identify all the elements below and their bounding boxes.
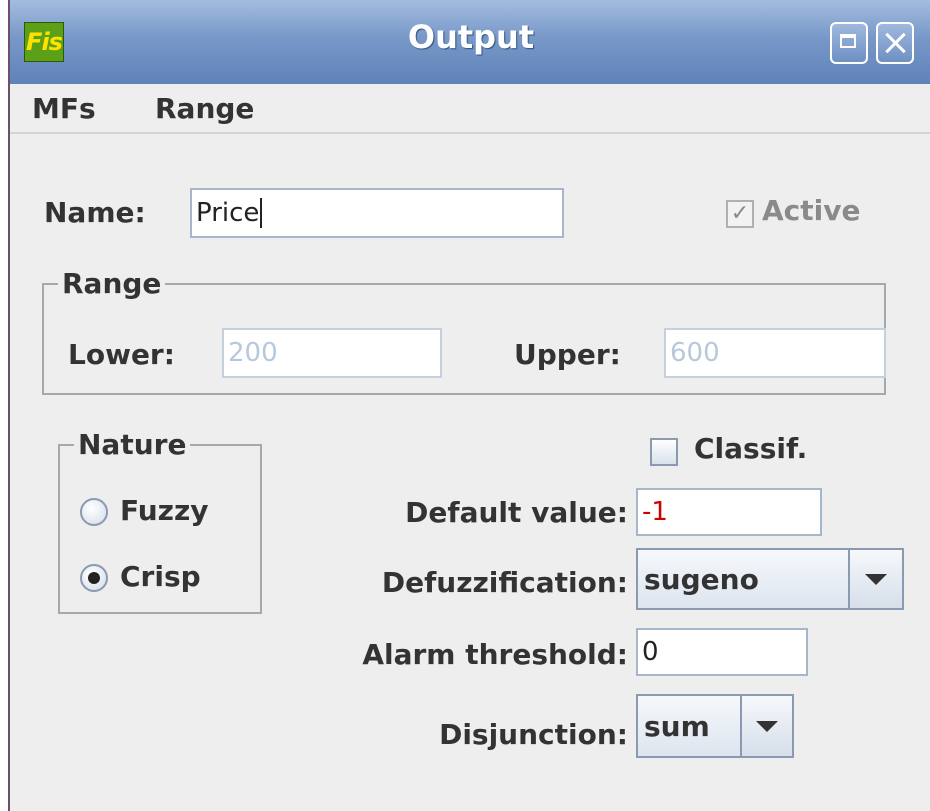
- alarm-threshold-label: Alarm threshold:: [362, 638, 628, 671]
- disjunction-selected: sum: [644, 709, 710, 743]
- checkmark-icon: ✓: [730, 201, 750, 226]
- upper-input[interactable]: 600: [664, 328, 886, 378]
- name-label: Name:: [44, 196, 146, 229]
- alarm-threshold-input-value: 0: [642, 637, 659, 667]
- active-label: Active: [762, 194, 861, 227]
- classif-label: Classif.: [694, 432, 808, 465]
- menu-range[interactable]: Range: [155, 92, 254, 125]
- default-value-label: Default value:: [405, 496, 628, 529]
- defuzzification-selected: sugeno: [644, 562, 759, 596]
- name-input-value: Price: [196, 198, 260, 228]
- chevron-down-icon[interactable]: [740, 696, 792, 756]
- maximize-button[interactable]: [830, 22, 868, 64]
- classif-checkbox[interactable]: [650, 438, 678, 466]
- alarm-threshold-input[interactable]: 0: [636, 628, 808, 676]
- defuzzification-select[interactable]: sugeno: [636, 548, 904, 610]
- menu-bar: MFs Range: [10, 84, 930, 134]
- upper-input-value: 600: [670, 338, 720, 368]
- disjunction-select[interactable]: sum: [636, 694, 794, 758]
- menu-mfs[interactable]: MFs: [32, 92, 96, 125]
- default-value-input[interactable]: -1: [636, 488, 822, 536]
- lower-label: Lower:: [68, 338, 175, 371]
- window-title: Output: [407, 18, 535, 56]
- crisp-label: Crisp: [120, 560, 201, 593]
- range-group-title: Range: [58, 267, 166, 300]
- crisp-radio[interactable]: [80, 564, 108, 592]
- fuzzy-radio[interactable]: [80, 498, 108, 526]
- fuzzy-label: Fuzzy: [120, 494, 209, 527]
- active-checkbox[interactable]: ✓: [726, 200, 754, 228]
- text-caret: [260, 198, 263, 228]
- lower-input[interactable]: 200: [222, 328, 442, 378]
- default-value-input-value: -1: [642, 497, 668, 527]
- nature-group-title: Nature: [74, 428, 191, 461]
- title-bar[interactable]: Fis Output: [10, 0, 930, 84]
- output-window: Fis Output MFs Range Name: Price ✓ Activ…: [8, 0, 930, 811]
- defuzzification-label: Defuzzification:: [381, 566, 628, 599]
- close-button[interactable]: [876, 22, 914, 64]
- name-input[interactable]: Price: [190, 188, 564, 238]
- lower-input-value: 200: [228, 338, 278, 368]
- upper-label: Upper:: [514, 338, 621, 371]
- disjunction-label: Disjunction:: [439, 718, 628, 751]
- chevron-down-icon[interactable]: [848, 550, 902, 608]
